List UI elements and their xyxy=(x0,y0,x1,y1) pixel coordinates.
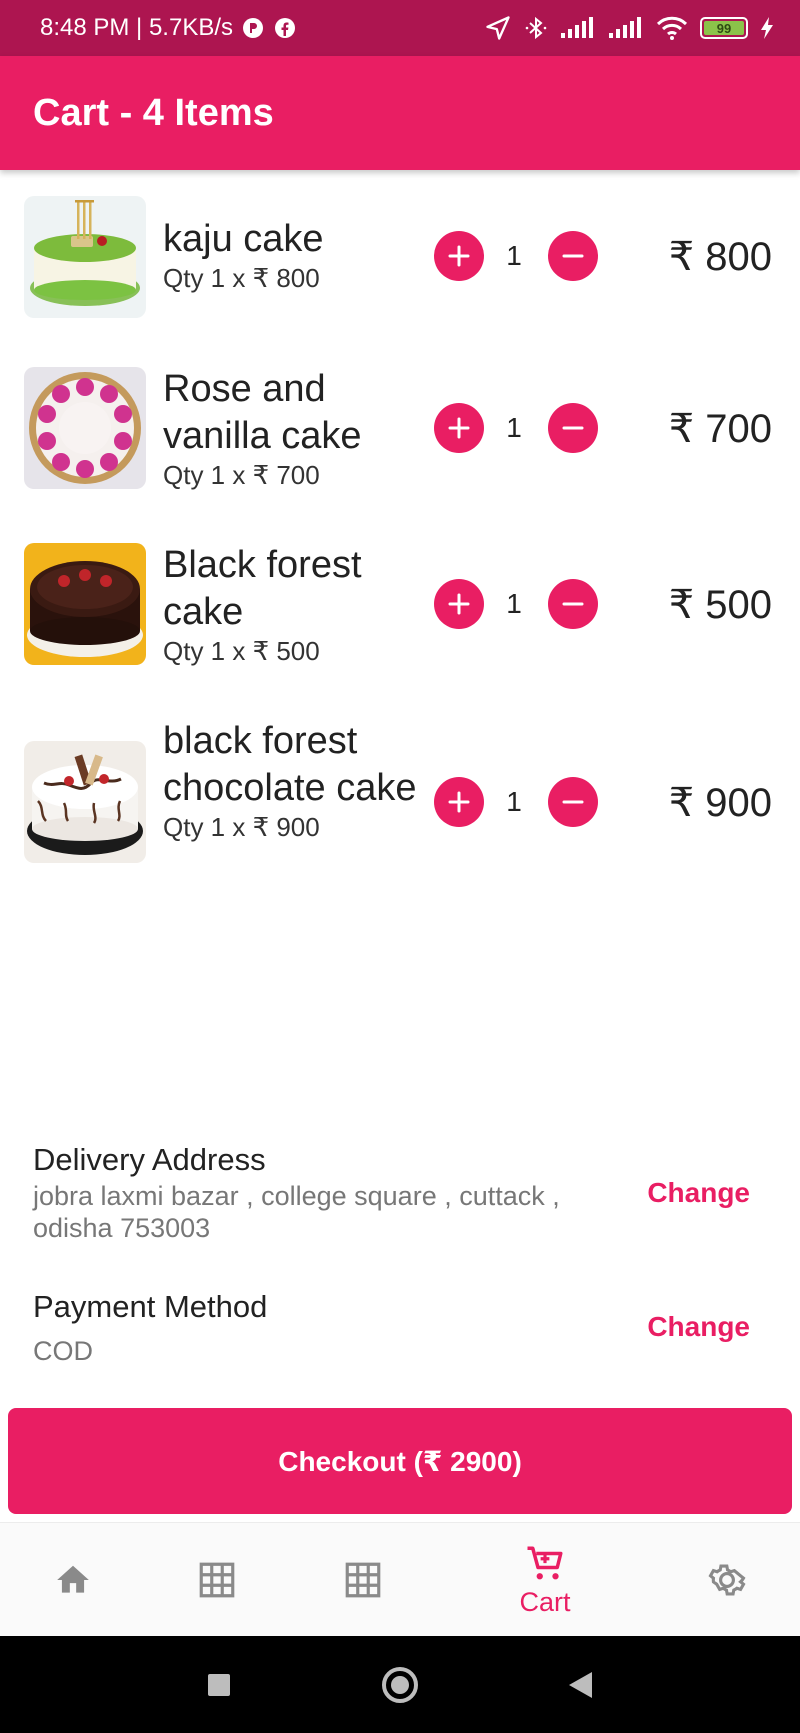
decrease-qty-button[interactable] xyxy=(548,403,598,453)
battery-icon: 99 xyxy=(700,17,748,39)
decrease-qty-button[interactable] xyxy=(548,579,598,629)
facebook-icon xyxy=(273,16,297,40)
payment-method-label: Payment Method xyxy=(33,1289,268,1324)
wifi-icon xyxy=(656,15,688,41)
status-left: 8:48 PM | 5.7KB/s xyxy=(40,0,297,56)
bluetooth-icon xyxy=(524,14,548,42)
minus-icon xyxy=(562,800,584,804)
item-name: Rose and vanilla cake xyxy=(163,368,362,457)
item-name: kaju cake xyxy=(163,218,324,260)
increase-qty-button[interactable] xyxy=(434,403,484,453)
increase-qty-button[interactable] xyxy=(434,579,484,629)
item-info: kaju cake Qty 1 x ₹ 800 xyxy=(163,216,418,294)
cart-icon xyxy=(527,1546,563,1579)
item-qty-value: 1 xyxy=(506,588,522,619)
signal-icon xyxy=(608,16,644,40)
minus-icon xyxy=(562,254,584,258)
minus-icon xyxy=(562,426,584,430)
cart-item: Black forest cake Qty 1 x ₹ 500 1 ₹ 500 xyxy=(0,536,800,676)
page-title: Cart - 4 Items xyxy=(33,92,274,134)
product-image-rose-vanilla-cake[interactable] xyxy=(24,367,146,489)
checkout-button[interactable]: Checkout (₹ 2900) xyxy=(8,1408,792,1514)
plus-icon xyxy=(448,417,470,439)
item-qty-value: 1 xyxy=(506,786,522,817)
nav-grid-1[interactable] xyxy=(186,1523,248,1637)
plus-icon xyxy=(448,593,470,615)
item-total: ₹ 900 xyxy=(668,781,772,825)
bottom-nav: Cart xyxy=(0,1522,800,1636)
product-image-black-forest-cake[interactable] xyxy=(24,543,146,665)
battery-level: 99 xyxy=(704,21,744,36)
decrease-qty-button[interactable] xyxy=(548,231,598,281)
vpn-icon xyxy=(241,16,265,40)
change-address-button[interactable]: Change xyxy=(647,1177,750,1209)
system-nav-bar xyxy=(0,1636,800,1733)
item-info: Black forest cake Qty 1 x ₹ 500 xyxy=(163,542,418,667)
nav-grid-2[interactable] xyxy=(332,1523,394,1637)
square-icon xyxy=(208,1673,230,1696)
nav-cart-label: Cart xyxy=(519,1586,571,1617)
gear-icon xyxy=(708,1564,746,1596)
item-total: ₹ 700 xyxy=(668,407,772,451)
decrease-qty-button[interactable] xyxy=(548,777,598,827)
nav-home[interactable] xyxy=(42,1523,104,1637)
item-qty-value: 1 xyxy=(506,240,522,271)
back-icon xyxy=(569,1671,592,1698)
home-nav-button[interactable] xyxy=(376,1636,424,1733)
product-image-kaju-cake[interactable] xyxy=(24,196,146,318)
item-qty-value: 1 xyxy=(506,412,522,443)
item-info: Rose and vanilla cake Qty 1 x ₹ 700 xyxy=(163,366,418,491)
product-image-black-forest-chocolate-cake[interactable] xyxy=(24,741,146,863)
delivery-address-label: Delivery Address xyxy=(33,1142,266,1177)
increase-qty-button[interactable] xyxy=(434,777,484,827)
app-bar: Cart - 4 Items xyxy=(0,56,800,170)
plus-icon xyxy=(448,791,470,813)
item-name: Black forest cake xyxy=(163,544,362,633)
item-name: black forest chocolate cake xyxy=(163,720,417,809)
delivery-address-value: jobra laxmi bazar , college square , cut… xyxy=(33,1181,560,1243)
item-qty-price: Qty 1 x ₹ 500 xyxy=(163,636,320,666)
item-info: black forest chocolate cake Qty 1 x ₹ 90… xyxy=(163,718,418,843)
status-time: 8:48 PM | 5.7KB/s xyxy=(40,14,233,41)
checkout-label: Checkout (₹ 2900) xyxy=(278,1445,522,1477)
grid-icon xyxy=(199,1562,235,1598)
item-qty-price: Qty 1 x ₹ 800 xyxy=(163,263,320,293)
payment-method-value: COD xyxy=(33,1336,93,1366)
nav-cart[interactable]: Cart xyxy=(500,1523,590,1637)
item-qty-price: Qty 1 x ₹ 700 xyxy=(163,460,320,490)
minus-icon xyxy=(562,602,584,606)
home-icon xyxy=(57,1565,89,1593)
cart-item: Rose and vanilla cake Qty 1 x ₹ 700 1 ₹ … xyxy=(0,360,800,500)
change-payment-button[interactable]: Change xyxy=(647,1311,750,1343)
status-right: 99 xyxy=(484,0,774,56)
circle-icon xyxy=(382,1666,418,1703)
increase-qty-button[interactable] xyxy=(434,231,484,281)
item-qty-price: Qty 1 x ₹ 900 xyxy=(163,812,320,842)
nav-settings[interactable] xyxy=(696,1523,758,1637)
grid-icon xyxy=(345,1562,381,1598)
signal-icon xyxy=(560,16,596,40)
plus-icon xyxy=(448,245,470,267)
back-button[interactable] xyxy=(560,1636,600,1733)
cart-item: black forest chocolate cake Qty 1 x ₹ 90… xyxy=(0,712,800,892)
location-icon xyxy=(484,14,512,42)
recent-apps-button[interactable] xyxy=(199,1636,239,1733)
item-total: ₹ 500 xyxy=(668,583,772,627)
item-total: ₹ 800 xyxy=(668,235,772,279)
charging-icon xyxy=(760,16,774,40)
status-bar: 8:48 PM | 5.7KB/s 99 xyxy=(0,0,800,56)
cart-item: kaju cake Qty 1 x ₹ 800 1 ₹ 800 xyxy=(0,194,800,324)
